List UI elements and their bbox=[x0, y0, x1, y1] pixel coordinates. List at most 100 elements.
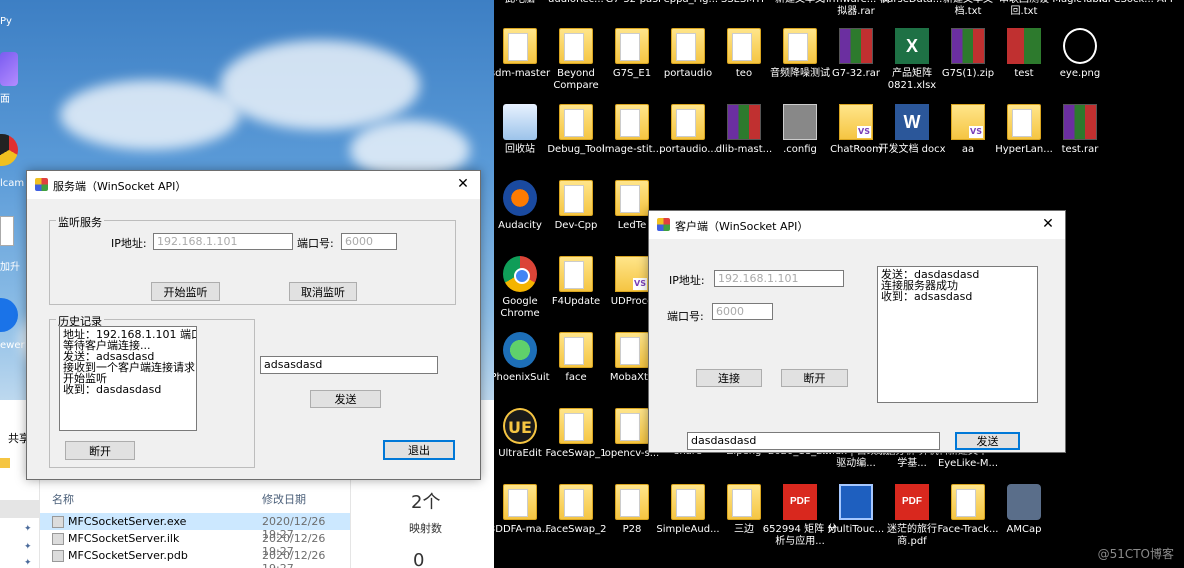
port-field[interactable]: 6000 bbox=[712, 303, 773, 320]
rar-icon bbox=[727, 104, 761, 140]
folder-icon bbox=[671, 104, 705, 140]
start-listen-button[interactable]: 开始监听 bbox=[151, 282, 220, 301]
send-message-input[interactable]: adsasdasd bbox=[260, 356, 438, 374]
rar-icon bbox=[951, 28, 985, 64]
mapped-count: 2个 bbox=[411, 492, 441, 513]
connect-button[interactable]: 连接 bbox=[696, 369, 762, 387]
disconnect-button[interactable]: 断开 bbox=[781, 369, 848, 387]
wallpaper-icon-label: Py bbox=[0, 16, 12, 27]
recycle-icon bbox=[503, 104, 537, 140]
cancel-listen-button[interactable]: 取消监听 bbox=[289, 282, 357, 301]
send-button[interactable]: 发送 bbox=[955, 432, 1020, 450]
send-button[interactable]: 发送 bbox=[310, 390, 381, 408]
app-icon bbox=[657, 218, 670, 231]
desktop-icon-label-partial[interactable]: MFCSock... API bbox=[1098, 0, 1174, 6]
file-name: MFCSocketServer.pdb bbox=[68, 549, 188, 562]
message-log[interactable]: 发送：dasdasdasd 连接服务器成功 收到：adsasdasd bbox=[877, 266, 1038, 403]
ip-address-field[interactable]: 192.168.1.101 bbox=[714, 270, 844, 287]
desktop-icon[interactable]: eye.png bbox=[1042, 28, 1118, 80]
folder-icon bbox=[1007, 104, 1041, 140]
audacity-icon bbox=[503, 180, 537, 216]
disconnect-button[interactable]: 断开 bbox=[65, 441, 135, 460]
desktop-icon-label: test.rar bbox=[1061, 144, 1099, 155]
wallpaper-icon-teamviewer[interactable]: ewer bbox=[0, 298, 25, 356]
file-row[interactable]: MFCSocketServer.pdb 2020/12/26 19:27 bbox=[40, 547, 350, 568]
title-bar[interactable]: 服务端（WinSocket API） ✕ bbox=[27, 171, 480, 199]
wallpaper-icon-label: ewer bbox=[0, 340, 25, 351]
eye-icon bbox=[1063, 28, 1097, 64]
port-label: 端口号: bbox=[297, 237, 334, 250]
folder-icon bbox=[615, 104, 649, 140]
file-date: 2020/12/26 19:27 bbox=[262, 549, 326, 568]
close-icon[interactable]: ✕ bbox=[1039, 215, 1057, 233]
window-title: 客户端（WinSocket API） bbox=[675, 220, 809, 233]
port-label: 端口号: bbox=[667, 310, 704, 323]
mapped-count-2: 0 bbox=[413, 550, 425, 568]
file-row[interactable]: MFCSocketServer.ilk 2020/12/26 19:27 bbox=[40, 530, 350, 558]
folder-icon bbox=[559, 408, 593, 444]
port-field[interactable]: 6000 bbox=[341, 233, 397, 250]
wallpaper-icon-label: 面 bbox=[0, 94, 10, 105]
pin-icon: ✦ bbox=[24, 524, 32, 534]
log-entry: 收到：adsasdasd bbox=[881, 290, 973, 303]
pin-icon: ✦ bbox=[24, 558, 32, 568]
ip-address-field[interactable]: 192.168.1.101 bbox=[153, 233, 293, 250]
pdf-icon: PDF bbox=[783, 484, 817, 520]
folder-icon bbox=[559, 28, 593, 64]
wallpaper-icon-label: lcam bbox=[0, 178, 25, 189]
test-icon bbox=[1007, 28, 1041, 64]
desktop-icon[interactable]: AMCap bbox=[986, 484, 1062, 536]
wallpaper-icon-webcam[interactable]: lcam bbox=[0, 134, 25, 190]
phoenix-icon bbox=[503, 332, 537, 368]
group-label: 监听服务 bbox=[56, 214, 104, 230]
chrome-icon bbox=[503, 256, 537, 292]
file-row[interactable]: MFCSocketServer.exe 2020/12/26 19:27 bbox=[40, 513, 350, 541]
webcam-icon bbox=[0, 134, 18, 166]
folder-icon bbox=[559, 180, 593, 216]
explorer-file-list: ^ 名称 修改日期 MFCSocketServer.exe 2020/12/26… bbox=[40, 472, 350, 568]
folder-icon bbox=[615, 332, 649, 368]
send-message-input[interactable]: dasdasdasd bbox=[687, 432, 940, 450]
exit-button[interactable]: 退出 bbox=[383, 440, 455, 460]
ue-icon: UE bbox=[503, 408, 537, 444]
folder-icon bbox=[615, 28, 649, 64]
wallpaper-icon-doc[interactable]: 加升 bbox=[0, 216, 22, 286]
history-list[interactable]: 地址：192.168.1.101 端口：6等待客户端连接...发送：adsasd… bbox=[59, 326, 197, 431]
wallpaper-icon-py[interactable]: Py bbox=[0, 6, 22, 36]
mapped-label: 映射数 bbox=[409, 522, 442, 535]
window-title: 服务端（WinSocket API） bbox=[53, 180, 187, 193]
folder-icon bbox=[951, 484, 985, 520]
folder-icon bbox=[615, 180, 649, 216]
app-icon bbox=[35, 178, 48, 191]
wallpaper-icon-star[interactable]: 面 bbox=[0, 52, 20, 105]
win-icon bbox=[839, 484, 873, 520]
folder-icon bbox=[559, 332, 593, 368]
title-bar[interactable]: 客户端（WinSocket API） ✕ bbox=[649, 211, 1065, 239]
wallpaper-icon-label: 加升 bbox=[0, 262, 20, 273]
folder-icon bbox=[503, 28, 537, 64]
pdf-icon: PDF bbox=[895, 484, 929, 520]
document-icon bbox=[0, 216, 14, 246]
file-icon bbox=[52, 533, 64, 545]
folder-icon bbox=[727, 484, 761, 520]
vs-icon bbox=[615, 256, 649, 292]
vs-icon bbox=[951, 104, 985, 140]
column-header-name[interactable]: 名称 bbox=[52, 491, 74, 507]
exe-icon bbox=[52, 516, 64, 528]
column-header-date[interactable]: 修改日期 bbox=[262, 491, 306, 507]
ip-label: IP地址: bbox=[111, 237, 147, 250]
pin-icon: ✦ bbox=[24, 542, 32, 552]
ip-label: IP地址: bbox=[669, 274, 705, 287]
folder-icon bbox=[559, 484, 593, 520]
folder-icon bbox=[671, 484, 705, 520]
server-dialog: 服务端（WinSocket API） ✕ 监听服务 IP地址: 192.168.… bbox=[26, 170, 481, 480]
nav-selected-row[interactable] bbox=[0, 500, 40, 518]
client-dialog: 客户端（WinSocket API） ✕ IP地址: 192.168.1.101… bbox=[648, 210, 1066, 453]
desktop-icon[interactable]: test.rar bbox=[1042, 104, 1118, 156]
folder-icon bbox=[559, 256, 593, 292]
folder-icon bbox=[503, 484, 537, 520]
folder-icon bbox=[671, 28, 705, 64]
teamviewer-icon bbox=[0, 298, 18, 332]
star-icon bbox=[0, 52, 18, 86]
close-icon[interactable]: ✕ bbox=[454, 175, 472, 193]
